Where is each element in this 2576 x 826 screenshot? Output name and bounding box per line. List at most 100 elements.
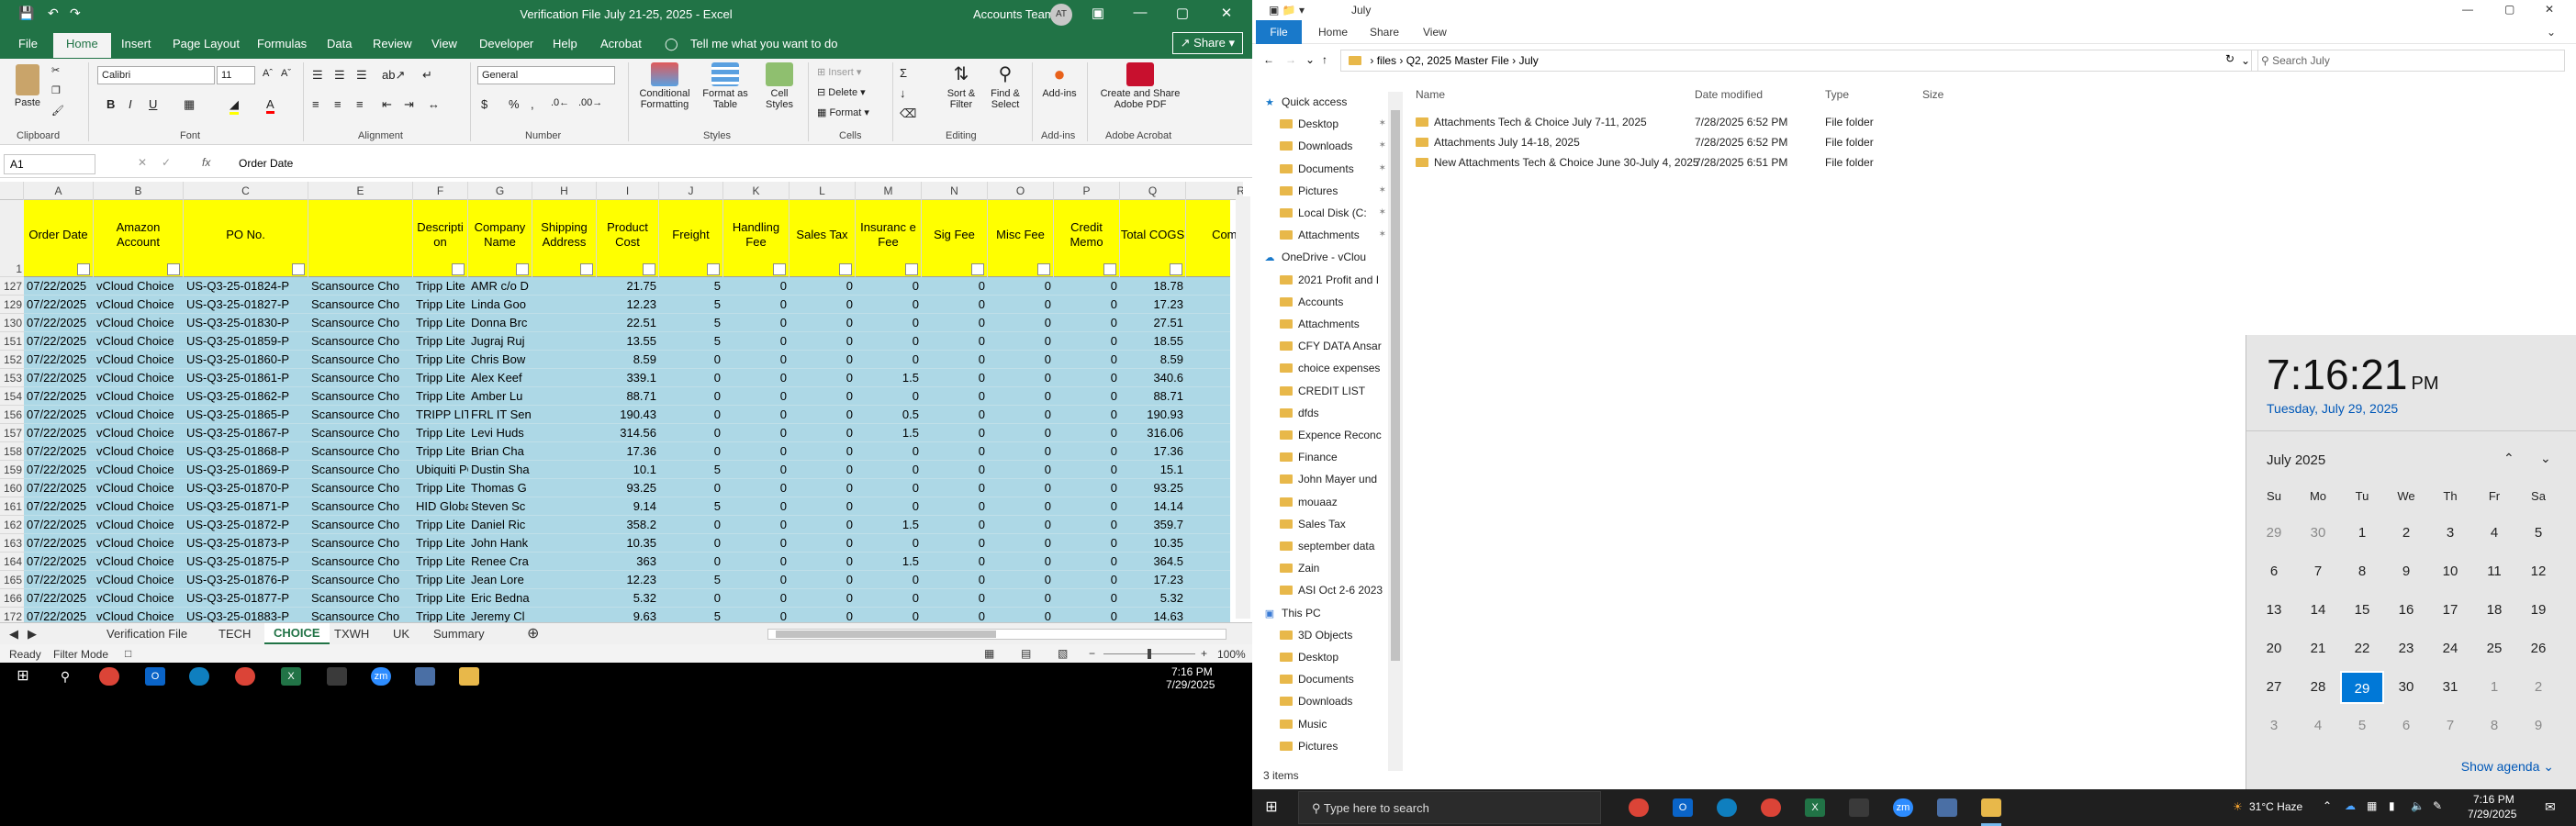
excel-taskbar-icon[interactable]: X xyxy=(1805,798,1825,817)
table-cell[interactable]: 13.55 xyxy=(597,332,659,351)
table-cell[interactable]: 0 xyxy=(659,424,723,442)
table-cell[interactable]: Tripp Lite USB-A to I xyxy=(413,589,468,608)
table-cell[interactable]: vCloud Choice xyxy=(94,332,184,351)
navigation-scrollbar[interactable] xyxy=(1388,92,1403,771)
table-cell[interactable]: 0 xyxy=(856,314,922,332)
tab-view[interactable]: View xyxy=(431,37,457,50)
table-cell[interactable]: US-Q3-25-01865-P xyxy=(184,406,308,424)
table-cell[interactable]: 0 xyxy=(988,332,1054,351)
table-cell[interactable]: Scansource Cho xyxy=(308,277,413,296)
table-cell[interactable]: 0 xyxy=(659,387,723,406)
network-icon[interactable]: ▦ xyxy=(2367,799,2377,812)
filter-dropdown-icon[interactable] xyxy=(905,263,918,275)
calendar-day[interactable]: 16 xyxy=(2384,594,2428,627)
header-cell[interactable]: Company Name xyxy=(468,200,532,277)
header-cell[interactable]: Descripti on xyxy=(413,200,468,277)
table-cell[interactable]: 0 xyxy=(1054,351,1120,369)
table-row[interactable]: 07/22/2025 vCloud Choice US-Q3-25-01859-P S… xyxy=(24,332,1230,351)
table-cell[interactable]: Scansource Cho xyxy=(308,553,413,571)
table-cell[interactable]: vCloud Choice xyxy=(94,479,184,497)
table-cell[interactable]: Tripp Lite 16 Outlet xyxy=(413,387,468,406)
refresh-icon[interactable]: ↻ xyxy=(2225,52,2234,65)
add-ins-button[interactable]: ● Add-ins xyxy=(1039,62,1080,99)
chrome-icon[interactable] xyxy=(1629,798,1649,817)
table-cell[interactable]: Scansource Cho xyxy=(308,534,413,553)
table-cell[interactable]: 0 xyxy=(790,608,856,622)
table-cell[interactable]: 0 xyxy=(922,608,988,622)
table-cell[interactable]: 07/22/2025 xyxy=(24,589,94,608)
nav-item[interactable]: Documents xyxy=(1252,669,1390,689)
nav-item[interactable]: CFY DATA Ansar xyxy=(1252,336,1390,356)
table-cell[interactable]: 0 xyxy=(1054,277,1120,296)
table-cell[interactable]: 0 xyxy=(922,332,988,351)
nav-item[interactable]: Finance xyxy=(1252,447,1390,467)
table-cell[interactable] xyxy=(532,277,597,296)
calendar-day[interactable]: 22 xyxy=(2340,632,2384,665)
borders-icon[interactable]: ▦ xyxy=(184,97,195,112)
nav-item[interactable]: Attachments ✶ xyxy=(1252,225,1390,245)
table-cell[interactable]: 0 xyxy=(922,369,988,387)
table-cell[interactable]: AMR c/o D xyxy=(468,277,532,296)
table-cell[interactable]: 1.5 xyxy=(856,553,922,571)
table-cell[interactable] xyxy=(532,332,597,351)
table-cell[interactable]: 0 xyxy=(922,571,988,589)
sort-filter-button[interactable]: ⇅ Sort & Filter xyxy=(940,62,982,110)
shrink-font-icon[interactable]: Aˇ xyxy=(281,68,291,79)
zoom-in-icon[interactable]: + xyxy=(1201,647,1207,660)
table-cell[interactable]: 0 xyxy=(922,497,988,516)
table-cell[interactable]: vCloud Choice xyxy=(94,497,184,516)
table-cell[interactable]: 0 xyxy=(1054,442,1120,461)
column-header[interactable]: F xyxy=(413,182,468,200)
table-cell[interactable]: 0 xyxy=(856,571,922,589)
tab-share[interactable]: Share xyxy=(1370,26,1399,39)
table-cell[interactable]: vCloud Choice xyxy=(94,387,184,406)
file-row[interactable]: Attachments July 14-18, 2025 7/28/2025 6:… xyxy=(1405,132,2323,152)
table-cell[interactable]: 5 xyxy=(659,461,723,479)
calendar-day[interactable]: 14 xyxy=(2296,594,2340,627)
table-cell[interactable]: Tripp Lite Hospital-C xyxy=(413,553,468,571)
breadcrumb-july[interactable]: July xyxy=(1518,54,1538,67)
table-cell[interactable]: 0 xyxy=(790,369,856,387)
nav-item[interactable]: Local Disk (C: ✶ xyxy=(1252,203,1390,223)
cell-styles-button[interactable]: Cell Styles xyxy=(758,62,801,110)
row-number[interactable]: 154 xyxy=(0,387,24,406)
table-cell[interactable]: Ubiquiti POE-24-12v xyxy=(413,461,468,479)
calendar-day[interactable]: 30 xyxy=(2296,517,2340,550)
calendar-day[interactable]: 29 xyxy=(2252,517,2296,550)
nav-item[interactable]: Expence Reconc xyxy=(1252,425,1390,445)
row-number[interactable]: 172 xyxy=(0,608,24,622)
fill-color-icon[interactable]: ◢ xyxy=(230,97,239,115)
table-cell[interactable]: US-Q3-25-01871-P xyxy=(184,497,308,516)
table-cell[interactable]: 0 xyxy=(723,442,790,461)
table-cell[interactable]: vCloud Choice xyxy=(94,442,184,461)
header-cell[interactable]: Product Cost xyxy=(597,200,659,277)
table-cell[interactable]: Tripp Lite USB/PS2 C xyxy=(413,442,468,461)
table-cell[interactable]: 0 xyxy=(659,534,723,553)
table-cell[interactable]: Scansource Cho xyxy=(308,314,413,332)
header-cell[interactable]: Total COGS xyxy=(1120,200,1186,277)
search-icon[interactable]: ⚲ xyxy=(55,667,75,686)
table-cell[interactable]: FRL IT Sen xyxy=(468,406,532,424)
percent-icon[interactable]: % xyxy=(509,97,520,111)
table-cell[interactable]: 0 xyxy=(856,332,922,351)
nav-item[interactable]: Accounts xyxy=(1252,292,1390,312)
row-number[interactable]: 156 xyxy=(0,406,24,424)
maximize-icon[interactable]: ▢ xyxy=(2504,3,2514,16)
table-cell[interactable]: 0 xyxy=(790,424,856,442)
table-row[interactable]: 07/22/2025 vCloud Choice US-Q3-25-01872-P S… xyxy=(24,516,1230,534)
header-cell[interactable]: Credit Memo xyxy=(1054,200,1120,277)
table-cell[interactable]: 5 xyxy=(659,314,723,332)
quick-access-toolbar-icon[interactable]: ▣ 📁 ▾ xyxy=(1269,4,1305,17)
table-cell[interactable]: 93.25 xyxy=(597,479,659,497)
table-cell[interactable]: 07/22/2025 xyxy=(24,442,94,461)
app-icon[interactable] xyxy=(327,667,347,686)
table-cell[interactable]: Scansource Cho xyxy=(308,497,413,516)
calendar-day[interactable]: 27 xyxy=(2252,671,2296,704)
table-cell[interactable]: 8.59 xyxy=(1120,351,1186,369)
table-cell[interactable]: 0 xyxy=(723,608,790,622)
select-all-corner[interactable] xyxy=(0,182,24,200)
nav-item[interactable]: ASI Oct 2-6 2023 xyxy=(1252,580,1390,600)
table-cell[interactable] xyxy=(532,369,597,387)
table-cell[interactable]: 14.14 xyxy=(1120,497,1186,516)
tab-view[interactable]: View xyxy=(1423,26,1447,39)
